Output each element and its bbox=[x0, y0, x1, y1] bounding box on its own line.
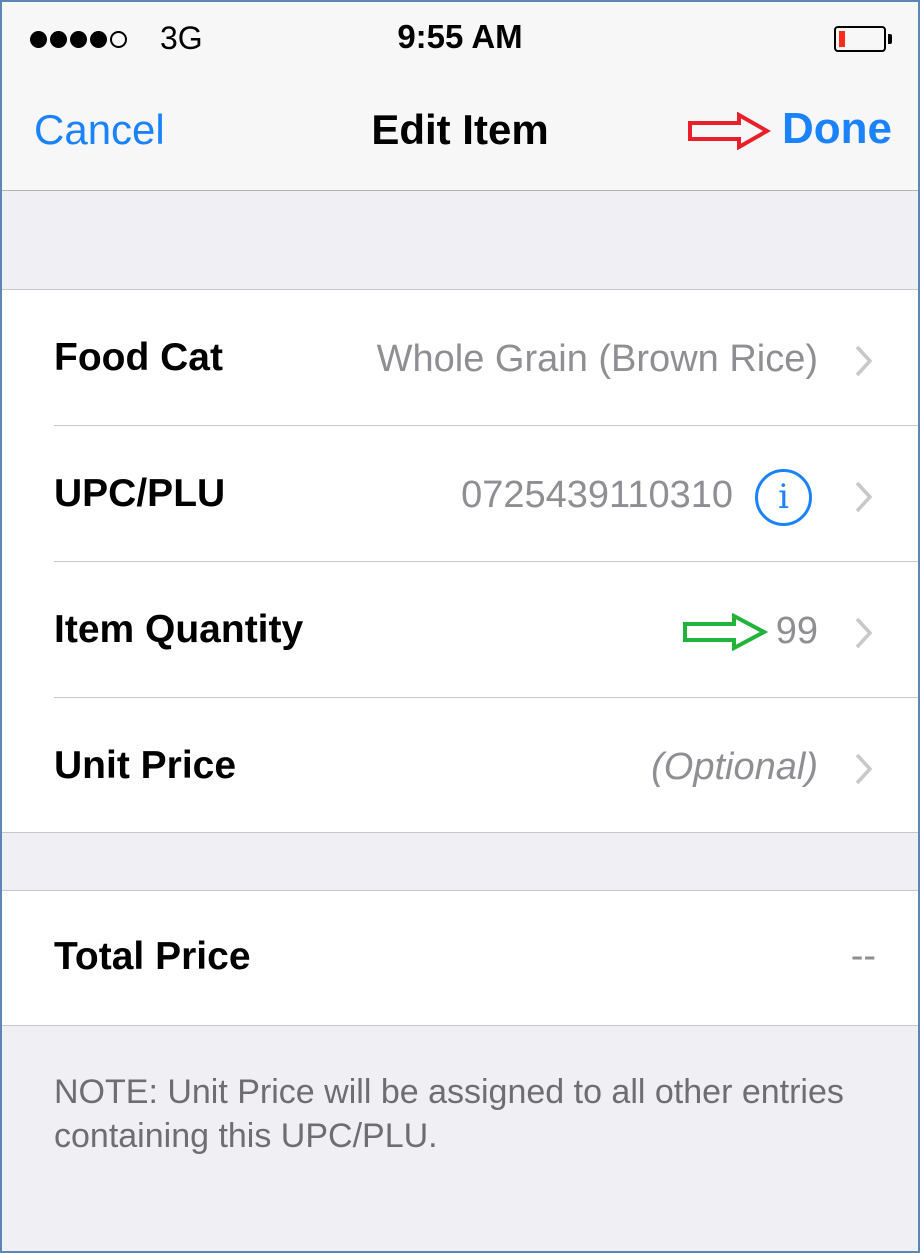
chevron-right-icon bbox=[855, 481, 873, 513]
unit-price-row[interactable]: Unit Price (Optional) bbox=[2, 698, 918, 834]
green-arrow-annotation-icon bbox=[683, 613, 768, 651]
unit-price-label: Unit Price bbox=[54, 744, 237, 787]
chevron-right-icon bbox=[855, 617, 873, 649]
status-bar: 3G 9:55 AM bbox=[2, 2, 918, 76]
food-category-value: Whole Grain (Brown Rice) bbox=[376, 338, 818, 380]
battery-icon bbox=[834, 26, 886, 52]
info-icon[interactable]: i bbox=[755, 469, 812, 526]
phone-screen: 3G 9:55 AM Cancel Edit Item Done Food Ca… bbox=[0, 0, 920, 1253]
battery-tip bbox=[888, 34, 892, 44]
item-details-section: Food Cat Whole Grain (Brown Rice) UPC/PL… bbox=[2, 289, 918, 833]
status-time: 9:55 AM bbox=[397, 18, 523, 55]
total-price-row: Total Price -- bbox=[2, 891, 918, 1025]
food-category-row[interactable]: Food Cat Whole Grain (Brown Rice) bbox=[2, 290, 918, 426]
food-category-label: Food Cat bbox=[54, 336, 223, 379]
chevron-right-icon bbox=[855, 753, 873, 785]
upc-plu-row[interactable]: UPC/PLU 0725439110310 i bbox=[2, 426, 918, 562]
navigation-bar: Cancel Edit Item Done bbox=[2, 76, 918, 191]
total-price-label: Total Price bbox=[54, 935, 251, 978]
upc-plu-label: UPC/PLU bbox=[54, 472, 226, 515]
red-arrow-annotation-icon bbox=[688, 112, 771, 150]
upc-plu-value: 0725439110310 bbox=[461, 474, 733, 516]
footer-note: NOTE: Unit Price will be assigned to all… bbox=[54, 1073, 844, 1155]
item-quantity-label: Item Quantity bbox=[54, 608, 304, 651]
chevron-right-icon bbox=[855, 345, 873, 377]
total-section: Total Price -- bbox=[2, 890, 918, 1026]
item-quantity-row[interactable]: Item Quantity 99 bbox=[2, 562, 918, 698]
battery-level bbox=[839, 31, 845, 47]
done-button[interactable]: Done bbox=[782, 104, 892, 154]
unit-price-placeholder: (Optional) bbox=[651, 746, 818, 788]
page-title: Edit Item bbox=[371, 106, 549, 153]
item-quantity-value: 99 bbox=[775, 610, 818, 652]
cancel-button[interactable]: Cancel bbox=[34, 106, 165, 154]
total-price-value: -- bbox=[850, 935, 876, 977]
